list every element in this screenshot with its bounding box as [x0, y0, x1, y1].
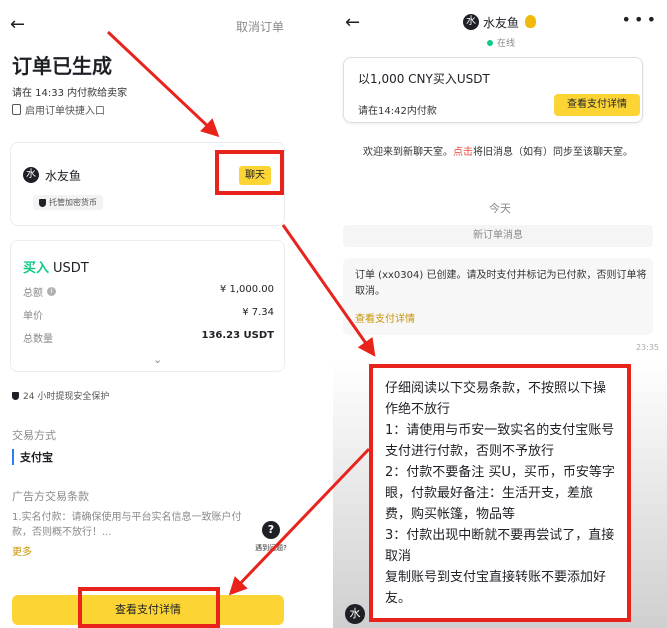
terms-heading: 广告方交易条款 [12, 490, 89, 503]
merchant-warning-message: 仔细阅读以下交易条款，不按照以下操作绝不放行 1：请使用与币安一致实名的支付宝账… [369, 364, 631, 622]
system-message-payment-link[interactable]: 查看支付详情 [355, 310, 415, 325]
warning-line: 2：付款不要备注 买U，买币，币安等字眼，付款最好备注：生活开支，差旅费，购买帐… [385, 465, 615, 522]
chat-merchant-name: 水友鱼 [483, 16, 520, 30]
online-dot-icon [487, 39, 493, 46]
medal-icon [525, 15, 536, 28]
withdraw-protection-label: 24 小时提现安全保护 [23, 392, 110, 402]
back-arrow-icon[interactable]: ← [345, 12, 360, 33]
welcome-text-end: 将旧消息（如有）同步至该聊天室。 [473, 147, 633, 158]
more-link[interactable]: 更多 [12, 543, 32, 558]
merchant-avatar: 水 [463, 14, 479, 30]
warning-line: 3：付款出现中断就不要再尝试了，直接取消 [385, 528, 615, 564]
page-title: 订单已生成 [12, 54, 112, 78]
left-screenshot-panel: ← 取消订单 订单已生成 请在 14:33 内付款给卖家 启用订单快捷入口 水 … [0, 0, 300, 628]
escrow-badge-label: 托管加密货币 [49, 198, 97, 207]
quantity-label: 总数量 [23, 334, 53, 345]
trade-method-heading: 交易方式 [12, 429, 56, 442]
phone-icon [12, 104, 21, 115]
quantity-value: 136.23 USDT [201, 330, 274, 341]
buy-side-label: 买入 [23, 261, 50, 276]
chat-button-highlight [215, 150, 284, 195]
chevron-down-icon[interactable]: ⌄ [153, 353, 162, 366]
question-icon: ? [262, 521, 280, 539]
payment-button-highlight [78, 587, 220, 628]
system-message: 订单 (xx0304) 已创建。请及时支付并标记为已付款，否则订单将取消。 查看… [343, 258, 653, 335]
welcome-text-start: 欢迎来到新聊天室。 [363, 147, 453, 158]
order-summary-payment-button[interactable]: 查看支付详情 [554, 94, 640, 116]
asset-label: USDT [53, 261, 89, 276]
pay-deadline-text: 请在 14:33 内付款给卖家 [12, 88, 128, 99]
trade-method-value: 支付宝 [12, 449, 53, 465]
order-heading: 买入 USDT [23, 257, 89, 276]
withdraw-protection-note[interactable]: 24 小时提现安全保护 [12, 389, 109, 402]
merchant-name: 水友鱼 [45, 169, 82, 183]
message-timestamp: 23:35 [635, 343, 659, 352]
order-summary-deadline: 请在14:42内付款 [358, 106, 437, 117]
welcome-notice: 欢迎来到新聊天室。点击将旧消息（如有）同步至该聊天室。 [353, 144, 643, 161]
merchant-message-avatar: 水 [345, 604, 365, 624]
online-status: 在线 [487, 36, 515, 49]
sync-click-link[interactable]: 点击 [453, 147, 473, 158]
escrow-badge: 托管加密货币 [33, 195, 103, 210]
quantity-row: 总数量 136.23 USDT [23, 330, 274, 345]
order-summary-title: 以1,000 CNY买入USDT [358, 72, 490, 86]
panel-divider [300, 0, 333, 628]
new-order-label: 新订单消息 [343, 225, 653, 247]
quick-entry-label: 启用订单快捷入口 [25, 106, 105, 117]
help-button[interactable]: ? 遇到问题? [246, 521, 296, 553]
terms-text: 1.实名付款：请确保使用与平台实名信息一致账户付款，否则概不放行！... [12, 512, 242, 538]
unit-price-value: ¥ 7.34 [242, 307, 274, 318]
info-icon[interactable]: i [47, 287, 56, 296]
quick-entry-link[interactable]: 启用订单快捷入口 [12, 102, 105, 117]
system-message-text: 订单 (xx0304) 已创建。请及时支付并标记为已付款，否则订单将取消。 [355, 270, 647, 297]
merchant-avatar: 水 [23, 167, 39, 183]
warning-line: 仔细阅读以下交易条款，不按照以下操作绝不放行 [385, 381, 607, 417]
order-summary-box: 以1,000 CNY买入USDT 请在14:42内付款 查看支付详情 [343, 57, 643, 123]
total-amount-row: 总额 i ¥ 1,000.00 [23, 284, 274, 299]
warning-line: 1：请使用与币安一致实名的支付宝账号支付进行付款，否则不予放行 [385, 423, 615, 459]
help-label: 遇到问题? [255, 544, 287, 552]
date-separator: 今天 [489, 202, 511, 215]
more-options-icon[interactable]: • • • [622, 10, 656, 29]
warning-line: 复制账号到支付宝直接转账不要添加好友。 [385, 570, 607, 606]
back-arrow-icon[interactable]: ← [10, 14, 25, 35]
order-detail-card: 买入 USDT 总额 i ¥ 1,000.00 单价 ¥ 7.34 总数量 136.… [10, 240, 285, 372]
shield-icon [12, 391, 19, 400]
cancel-order-link[interactable]: 取消订单 [236, 18, 284, 35]
unit-price-label: 单价 [23, 311, 43, 322]
unit-price-row: 单价 ¥ 7.34 [23, 307, 274, 322]
online-status-label: 在线 [497, 39, 516, 49]
total-amount-value: ¥ 1,000.00 [219, 284, 274, 295]
total-amount-label: 总额 [23, 288, 43, 299]
shield-icon [39, 198, 46, 207]
